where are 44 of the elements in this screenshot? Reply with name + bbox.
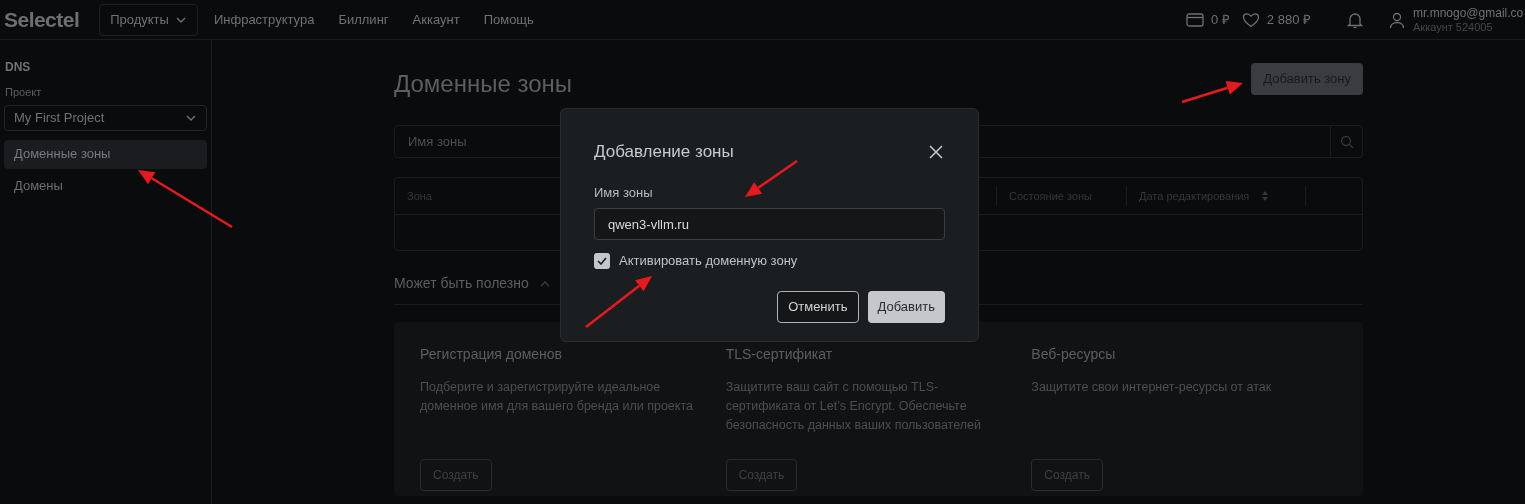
cancel-button[interactable]: Отменить (777, 290, 859, 323)
field-label: Проект (4, 85, 43, 100)
account-number: Аккаунт 524005 (1413, 20, 1494, 34)
nav-link[interactable]: Аккаунт (400, 9, 472, 30)
annotation-arrow (745, 159, 798, 197)
bell-icon (1347, 10, 1363, 29)
close-icon (929, 144, 943, 159)
card-description: Подберите и зарегистрируйте идеальное доменное имя для вашего бренда или проекта (420, 379, 694, 415)
annotation-arrow (1181, 81, 1243, 104)
card-description: Защитите свои интернет-ресурсы от атак (1031, 379, 1273, 396)
add-button[interactable]: Добавить (867, 290, 945, 323)
section-title: DNS (4, 59, 32, 76)
sort-icon (1261, 190, 1270, 202)
annotation-arrow (585, 276, 652, 328)
close-button[interactable] (927, 142, 945, 161)
products-menu[interactable]: Продукты (99, 3, 198, 36)
balance-amount[interactable]: 0 ₽ (1211, 9, 1230, 30)
checkbox[interactable] (594, 252, 610, 269)
search-icon (1339, 134, 1354, 149)
section-title: Может быть полезно (394, 274, 529, 293)
card-title: Веб-ресурсы (1031, 345, 1117, 364)
checkbox-label: Активировать доменную зону (619, 252, 798, 270)
nav-link[interactable]: Биллинг (326, 9, 401, 30)
chevron-down-icon (185, 113, 197, 122)
zone-name-input[interactable]: qwen3-vllm.ru (594, 208, 945, 240)
card-title: TLS-сертификат (725, 345, 834, 364)
heart-icon (1241, 11, 1260, 28)
page-title: Доменные зоны (394, 69, 573, 99)
dialog-title: Добавление зоны (594, 141, 734, 163)
chevron-down-icon (174, 15, 187, 24)
bonus-amount[interactable]: 2 880 ₽ (1266, 9, 1311, 30)
card-description: Защитите ваш сайт с помощью TLS-сертификата от Let’s Encrypt. Обеспечьте безопасность данных ваших пользователей (725, 379, 982, 434)
sidebar-item[interactable]: Доменные зоны (4, 139, 207, 169)
card-title: Регистрация доменов (420, 345, 564, 364)
user-icon (1389, 10, 1405, 29)
card-icon (1186, 12, 1204, 27)
project-select[interactable]: My First Project (4, 104, 207, 131)
user-email[interactable]: mr.mnogo@gmail.co (1413, 5, 1525, 20)
logo[interactable]: Selectel (4, 3, 80, 36)
check-icon (597, 256, 607, 265)
field-label: Имя зоны (594, 183, 654, 202)
nav-link[interactable]: Инфраструктура (201, 9, 327, 30)
nav-link[interactable]: Помощь (471, 9, 546, 30)
sidebar-item[interactable]: Домены (4, 171, 207, 201)
